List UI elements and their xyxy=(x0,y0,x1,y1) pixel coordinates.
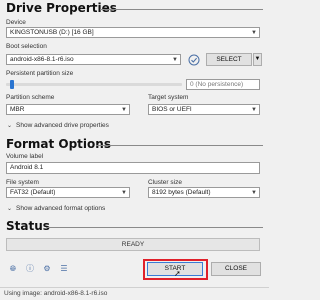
device-value: KINGSTONUSB (D:) [16 GB] xyxy=(10,29,94,36)
drive-properties-title: Drive Properties xyxy=(6,1,117,15)
drive-properties-divider xyxy=(100,9,263,10)
cluster-size-value: 8192 bytes (Default) xyxy=(152,189,211,196)
volume-label-input[interactable]: Android 8.1 xyxy=(6,162,260,174)
boot-selection-value: android-x86-8.1-r6.iso xyxy=(10,56,74,63)
device-dropdown[interactable]: KINGSTONUSB (D:) [16 GB] ▼ xyxy=(6,27,260,38)
target-system-label: Target system xyxy=(148,94,189,101)
status-progress-bar: READY xyxy=(6,238,260,251)
chevron-down-icon: ⌄ xyxy=(7,206,13,212)
persistence-slider-thumb[interactable] xyxy=(10,80,14,89)
chevron-down-icon: ▼ xyxy=(121,190,127,196)
partition-scheme-value: MBR xyxy=(10,106,25,113)
select-dropdown-button[interactable]: ▼ xyxy=(253,53,262,66)
status-bar: Using image: android-x86-8.1-r6.iso xyxy=(0,287,269,300)
persistent-size-value: 0 (No persistence) xyxy=(190,81,244,88)
boot-selection-label: Boot selection xyxy=(6,43,47,50)
chevron-down-icon: ▼ xyxy=(172,57,178,63)
partition-scheme-label: Partition scheme xyxy=(6,94,55,101)
target-system-value: BIOS or UEFI xyxy=(152,106,192,113)
close-button-label: CLOSE xyxy=(224,265,248,272)
advanced-format-toggle[interactable]: ⌄ Show advanced format options xyxy=(7,205,105,212)
chevron-down-icon: ▼ xyxy=(251,190,257,196)
persistent-size-field[interactable]: 0 (No persistence) xyxy=(186,79,260,90)
persistent-label: Persistent partition size xyxy=(6,70,74,77)
partition-scheme-dropdown[interactable]: MBR ▼ xyxy=(6,104,130,115)
status-bar-text: Using image: android-x86-8.1-r6.iso xyxy=(4,290,108,297)
chevron-down-icon: ▼ xyxy=(254,56,261,62)
select-button-label: SELECT xyxy=(216,56,242,63)
status-title: Status xyxy=(6,219,50,233)
file-system-dropdown[interactable]: FAT32 (Default) ▼ xyxy=(6,187,130,198)
format-options-title: Format Options xyxy=(6,137,111,151)
close-button[interactable]: CLOSE xyxy=(211,262,261,276)
chevron-down-icon: ▼ xyxy=(251,107,257,113)
status-progress-text: READY xyxy=(121,241,145,248)
file-system-label: File system xyxy=(6,179,39,186)
cluster-size-dropdown[interactable]: 8192 bytes (Default) ▼ xyxy=(148,187,260,198)
mouse-cursor-icon: ➚ xyxy=(174,269,181,278)
volume-label-label: Volume label xyxy=(6,153,44,160)
check-icon[interactable] xyxy=(188,54,200,66)
chevron-down-icon: ▼ xyxy=(121,107,127,113)
log-icon[interactable]: ☰ xyxy=(59,264,69,274)
device-label: Device xyxy=(6,19,26,26)
boot-selection-dropdown[interactable]: android-x86-8.1-r6.iso ▼ xyxy=(6,54,181,65)
status-divider xyxy=(46,227,263,228)
advanced-drive-toggle[interactable]: ⌄ Show advanced drive properties xyxy=(7,122,109,129)
target-system-dropdown[interactable]: BIOS or UEFI ▼ xyxy=(148,104,260,115)
settings-icon[interactable]: ⚙ xyxy=(42,264,52,274)
advanced-drive-toggle-label: Show advanced drive properties xyxy=(16,122,109,129)
select-button[interactable]: SELECT xyxy=(206,53,252,66)
format-options-divider xyxy=(96,145,263,146)
persistence-slider-track[interactable] xyxy=(6,83,182,86)
file-system-value: FAT32 (Default) xyxy=(10,189,56,196)
advanced-format-toggle-label: Show advanced format options xyxy=(16,205,106,212)
chevron-down-icon: ▼ xyxy=(251,30,257,36)
cluster-size-label: Cluster size xyxy=(148,179,182,186)
volume-label-value: Android 8.1 xyxy=(10,164,44,171)
info-icon[interactable]: ⓘ xyxy=(25,264,35,274)
chevron-down-icon: ⌄ xyxy=(7,123,13,129)
globe-icon[interactable]: 🌐︎ xyxy=(8,264,18,274)
